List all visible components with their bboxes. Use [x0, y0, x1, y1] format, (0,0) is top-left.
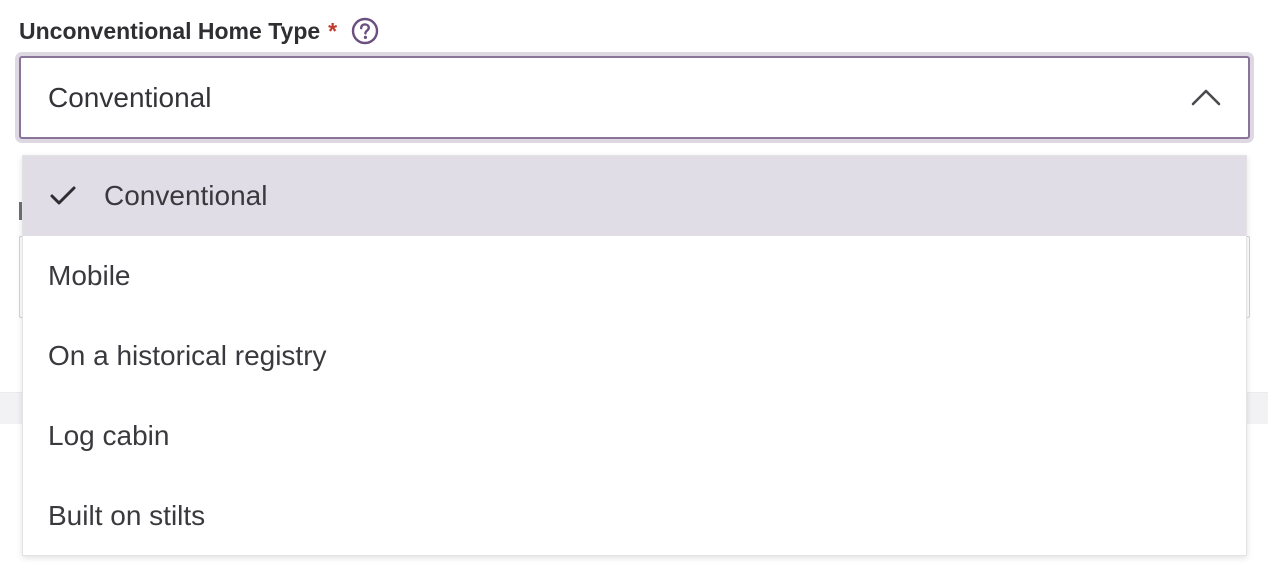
option-log-cabin[interactable]: Log cabin: [23, 396, 1246, 476]
checkmark-icon: [48, 183, 78, 209]
option-conventional[interactable]: Conventional: [23, 156, 1246, 236]
required-asterisk: *: [328, 17, 338, 44]
option-label: Mobile: [48, 260, 131, 291]
chevron-up-icon[interactable]: [1190, 84, 1222, 110]
field-label-row: Unconventional Home Type *: [19, 14, 379, 48]
selected-value: Conventional: [48, 81, 212, 113]
option-label: Conventional: [104, 180, 268, 211]
option-label: Built on stilts: [48, 500, 206, 531]
home-type-select[interactable]: Conventional: [19, 56, 1250, 139]
field-label: Unconventional Home Type: [19, 17, 321, 44]
home-type-dropdown-menu: Conventional Mobile On a historical regi…: [22, 155, 1247, 556]
option-mobile[interactable]: Mobile: [23, 236, 1246, 316]
question-circle-icon[interactable]: [351, 17, 379, 45]
option-label: On a historical registry: [48, 340, 327, 371]
option-built-on-stilts[interactable]: Built on stilts: [23, 476, 1246, 556]
option-historical-registry[interactable]: On a historical registry: [23, 316, 1246, 396]
option-label: Log cabin: [48, 420, 170, 451]
